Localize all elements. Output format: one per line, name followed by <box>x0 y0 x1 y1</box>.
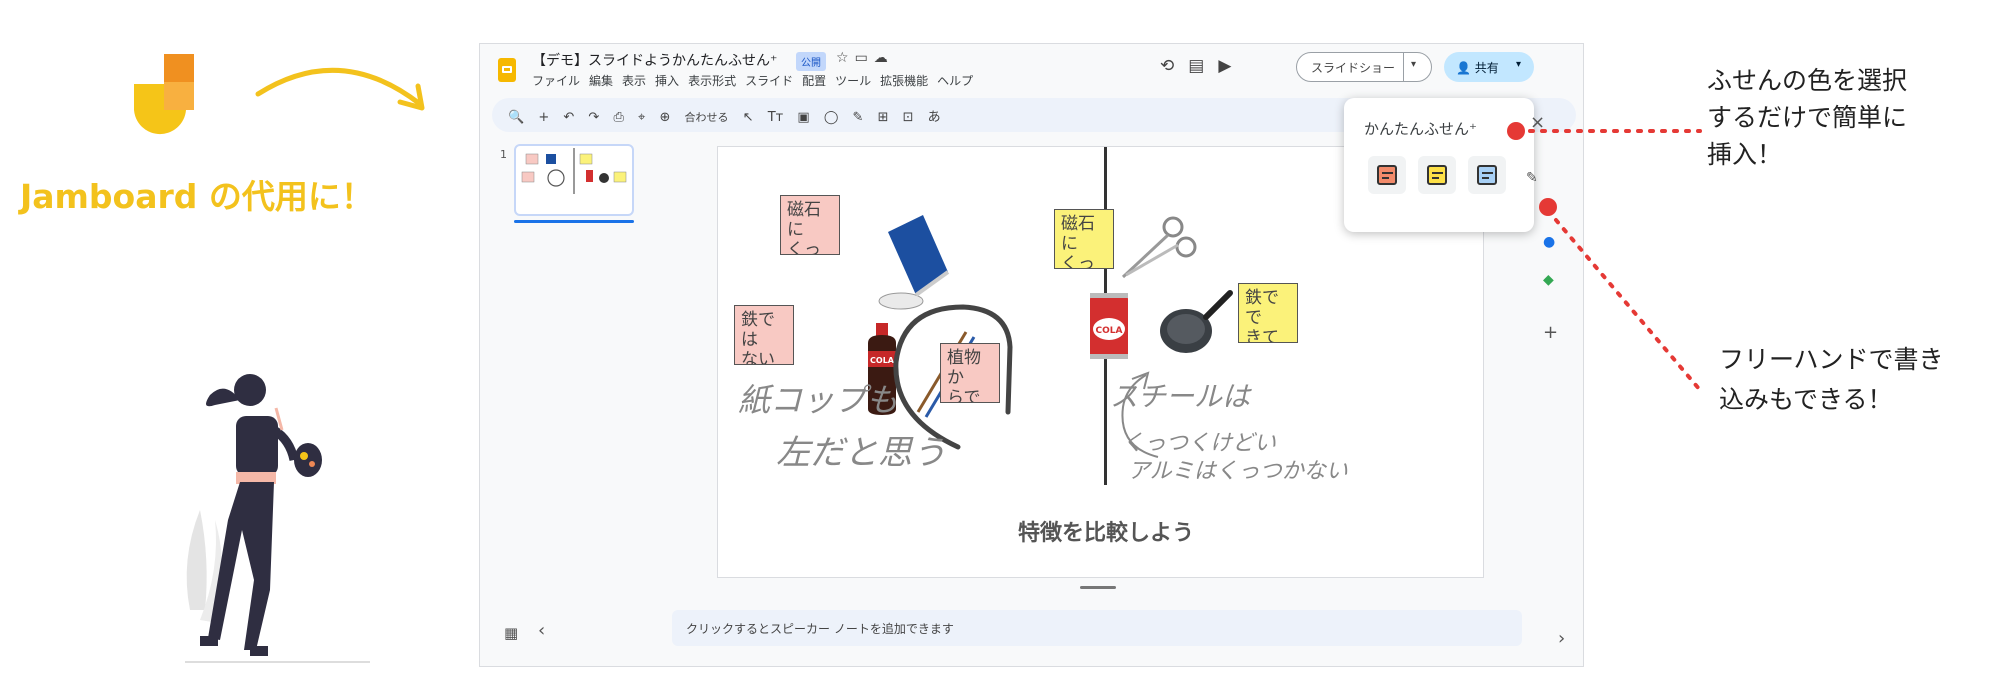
callout-line: ふせんの色を選択 <box>1707 66 1908 95</box>
marker-dot-2 <box>1539 198 1557 216</box>
callout-freehand: フリーハンドで書き 込みもできる！ <box>1719 340 1944 420</box>
dotted-line-2 <box>1554 218 1702 392</box>
callout-line: フリーハンドで書き <box>1719 345 1944 374</box>
callout-line: するだけで簡単に <box>1707 103 1908 132</box>
callout-color-select: ふせんの色を選択 するだけで簡単に 挿入！ <box>1707 62 1907 173</box>
callout-line: 込みもできる！ <box>1719 385 1893 414</box>
callout-line: 挿入！ <box>1707 140 1783 169</box>
callout-markers <box>1507 122 1702 392</box>
marker-dot-1 <box>1507 122 1525 140</box>
